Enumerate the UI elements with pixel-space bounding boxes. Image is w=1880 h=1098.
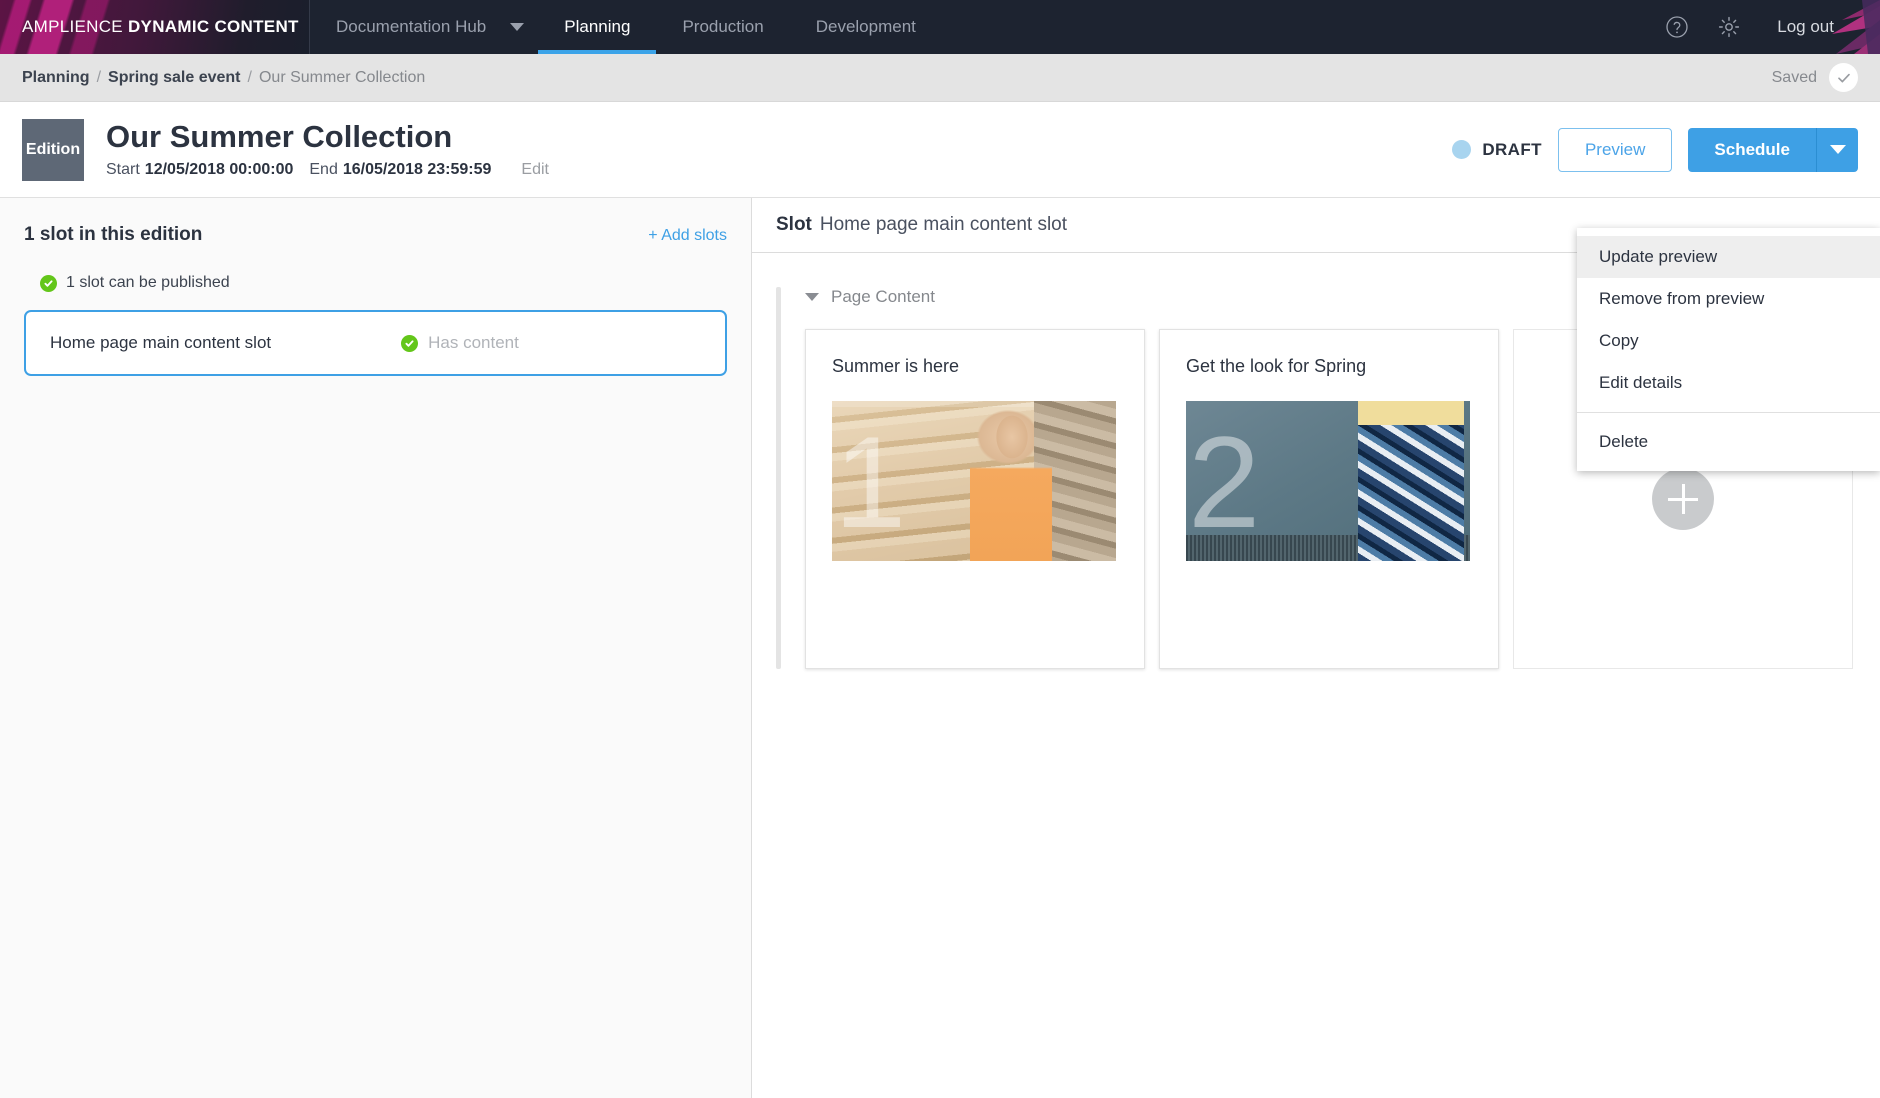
menu-separator bbox=[1577, 412, 1880, 413]
publish-status-row: 1 slot can be published bbox=[24, 274, 727, 292]
plus-glyph bbox=[1668, 484, 1698, 514]
schedule-dropdown-toggle[interactable] bbox=[1816, 127, 1858, 172]
edition-badge: Edition bbox=[22, 118, 84, 181]
content-card[interactable]: Summer is here 1 bbox=[805, 329, 1145, 669]
menu-item-copy[interactable]: Copy bbox=[1577, 320, 1880, 362]
brand-logo[interactable]: AMPLIENCE DYNAMIC CONTENT bbox=[0, 0, 310, 54]
plus-icon[interactable] bbox=[1652, 468, 1714, 530]
slot-list-item-status: Has content bbox=[401, 333, 519, 353]
brand-text: AMPLIENCE DYNAMIC CONTENT bbox=[22, 17, 299, 37]
breadcrumb: Planning / Spring sale event / Our Summe… bbox=[22, 69, 425, 87]
nav-item-documentation-hub-label: Documentation Hub bbox=[336, 17, 487, 36]
edition-header: Edition Our Summer Collection Start 12/0… bbox=[0, 102, 1880, 198]
slots-panel: 1 slot in this edition + Add slots 1 slo… bbox=[0, 198, 752, 1098]
page-content-label: Page Content bbox=[831, 287, 935, 306]
breadcrumb-bar: Planning / Spring sale event / Our Summe… bbox=[0, 54, 1880, 102]
slot-editor-label: Slot bbox=[776, 214, 812, 235]
status-badge-label: DRAFT bbox=[1482, 139, 1542, 159]
status-badge: DRAFT bbox=[1452, 140, 1542, 160]
question-circle-icon[interactable] bbox=[1665, 15, 1689, 39]
start-label: Start bbox=[106, 160, 140, 178]
content-card-title: Summer is here bbox=[832, 356, 960, 376]
chevron-down-icon[interactable] bbox=[510, 23, 525, 31]
slots-panel-title: 1 slot in this edition bbox=[24, 224, 203, 245]
schedule-split-button: Schedule bbox=[1688, 127, 1858, 172]
nav-item-development[interactable]: Development bbox=[790, 0, 942, 54]
edition-meta: Our Summer Collection Start 12/05/2018 0… bbox=[106, 119, 549, 179]
edit-dates-link[interactable]: Edit bbox=[521, 161, 549, 179]
gear-icon[interactable] bbox=[1717, 15, 1741, 39]
breadcrumb-item-spring-sale-event[interactable]: Spring sale event bbox=[108, 69, 241, 87]
breadcrumb-item-planning[interactable]: Planning bbox=[22, 69, 90, 87]
content-card-numeral: 1 bbox=[834, 409, 907, 555]
slot-list-item[interactable]: Home page main content slot Has content bbox=[24, 310, 727, 376]
breadcrumb-separator: / bbox=[247, 68, 252, 86]
schedule-button[interactable]: Schedule bbox=[1688, 127, 1816, 172]
nav-item-planning[interactable]: Planning bbox=[538, 0, 657, 54]
check-circle-icon bbox=[40, 274, 57, 292]
nav-item-production[interactable]: Production bbox=[656, 0, 789, 54]
menu-item-remove-from-preview[interactable]: Remove from preview bbox=[1577, 278, 1880, 320]
end-value: 16/05/2018 23:59:59 bbox=[342, 160, 492, 178]
top-navigation-bar: AMPLIENCE DYNAMIC CONTENT Documentation … bbox=[0, 0, 1880, 54]
slots-panel-header: 1 slot in this edition + Add slots bbox=[24, 224, 727, 246]
chevron-down-icon bbox=[1829, 145, 1846, 154]
nav-item-production-label: Production bbox=[682, 17, 764, 36]
check-circle-icon bbox=[1829, 63, 1858, 92]
nav-item-planning-label: Planning bbox=[564, 17, 631, 36]
slot-list-item-name: Home page main content slot bbox=[50, 333, 272, 352]
nav-item-documentation-hub[interactable]: Documentation Hub bbox=[310, 0, 538, 54]
menu-item-delete[interactable]: Delete bbox=[1577, 421, 1880, 463]
edition-dates: Start 12/05/2018 00:00:00 End 16/05/2018… bbox=[106, 161, 549, 179]
add-slots-button[interactable]: + Add slots bbox=[648, 227, 727, 245]
publish-status-label: 1 slot can be published bbox=[66, 274, 230, 291]
menu-item-edit-details[interactable]: Edit details bbox=[1577, 362, 1880, 404]
brand-text-bold: DYNAMIC CONTENT bbox=[127, 17, 299, 36]
content-card-title: Get the look for Spring bbox=[1186, 356, 1367, 376]
edition-actions: DRAFT Preview Schedule bbox=[1452, 127, 1858, 172]
end-label: End bbox=[309, 160, 338, 178]
content-card-numeral: 2 bbox=[1188, 409, 1261, 555]
nav-item-development-label: Development bbox=[815, 17, 916, 36]
status-dot-icon bbox=[1452, 140, 1472, 159]
brand-text-light: AMPLIENCE bbox=[22, 17, 128, 36]
saved-status: Saved bbox=[1772, 63, 1858, 92]
nav-items: Documentation Hub Planning Production De… bbox=[310, 0, 942, 54]
preview-button[interactable]: Preview bbox=[1557, 127, 1673, 172]
start-value: 12/05/2018 00:00:00 bbox=[144, 160, 294, 178]
corner-decoration bbox=[1784, 0, 1880, 54]
chevron-down-icon bbox=[805, 293, 819, 301]
content-card-image: 1 bbox=[832, 401, 1116, 561]
plus-vertical bbox=[1681, 484, 1685, 514]
menu-item-update-preview[interactable]: Update preview bbox=[1577, 236, 1880, 278]
slot-list-item-status-label: Has content bbox=[428, 333, 519, 352]
breadcrumb-item-current: Our Summer Collection bbox=[258, 68, 426, 86]
content-card-image: 2 bbox=[1186, 401, 1470, 561]
schedule-dropdown-menu: Update preview Remove from preview Copy … bbox=[1577, 228, 1880, 471]
saved-label: Saved bbox=[1771, 68, 1817, 86]
page-title: Our Summer Collection bbox=[106, 119, 453, 155]
slot-editor-name: Home page main content slot bbox=[819, 214, 1068, 235]
breadcrumb-separator: / bbox=[96, 68, 102, 86]
check-circle-icon bbox=[401, 334, 419, 352]
content-card[interactable]: Get the look for Spring 2 bbox=[1159, 329, 1499, 669]
